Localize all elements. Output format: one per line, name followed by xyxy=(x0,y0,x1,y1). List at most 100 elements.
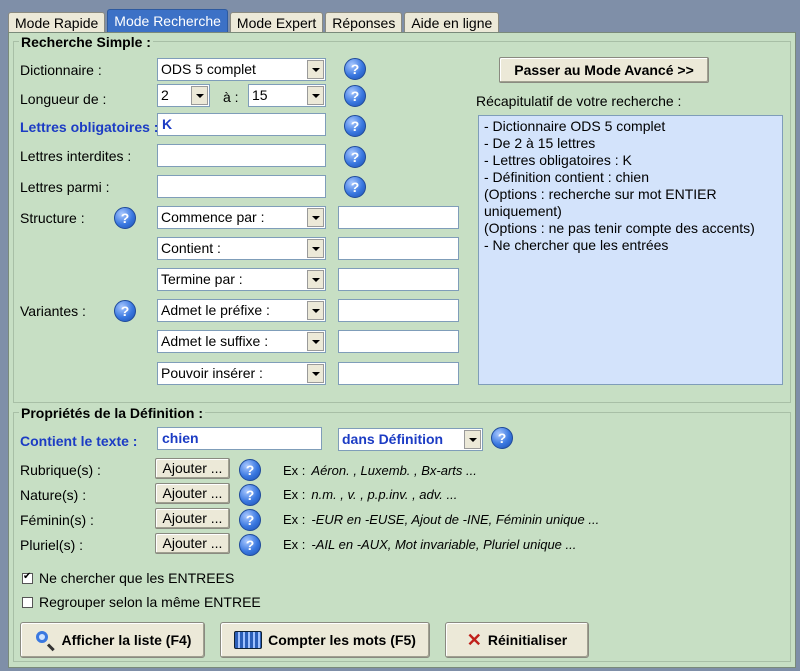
help-icon[interactable]: ? xyxy=(239,459,261,481)
structure-contient-input[interactable] xyxy=(338,237,459,260)
afficher-liste-button[interactable]: Afficher la liste (F4) xyxy=(20,622,205,658)
regrouper-checkbox-label[interactable]: Regrouper selon la même ENTREE xyxy=(39,594,261,610)
entrees-checkbox[interactable] xyxy=(22,571,33,584)
dictionnaire-select[interactable]: ODS 5 complet xyxy=(157,58,326,81)
help-icon[interactable]: ? xyxy=(344,176,366,198)
chevron-down-icon[interactable] xyxy=(191,86,208,105)
lettres-obligatoires-label: Lettres obligatoires : xyxy=(20,119,159,135)
structure-contient-select[interactable]: Contient : xyxy=(157,237,326,260)
lettres-parmi-input[interactable] xyxy=(157,175,326,198)
definition-title: Propriétés de la Définition : xyxy=(19,405,206,421)
pluriel-example: Ex : -AIL en -AUX, Mot invariable, Plurie… xyxy=(283,537,577,552)
contient-texte-label: Contient le texte : xyxy=(20,433,138,449)
structure-commence-value: Commence par : xyxy=(161,209,265,225)
chevron-down-icon[interactable] xyxy=(307,239,324,258)
recap-label: Récapitulatif de votre recherche : xyxy=(476,93,682,109)
dictionnaire-label: Dictionnaire : xyxy=(20,62,102,78)
variantes-suffixe-input[interactable] xyxy=(338,330,459,353)
magnifier-icon xyxy=(34,629,56,651)
structure-contient-value: Contient : xyxy=(161,240,221,256)
help-icon[interactable]: ? xyxy=(344,146,366,168)
lettres-interdites-input[interactable] xyxy=(157,144,326,167)
feminin-add-button[interactable]: Ajouter ... xyxy=(155,508,230,529)
help-icon[interactable]: ? xyxy=(239,534,261,556)
structure-termine-value: Termine par : xyxy=(161,271,243,287)
structure-label: Structure : xyxy=(20,210,85,226)
rubrique-add-button[interactable]: Ajouter ... xyxy=(155,458,230,479)
help-icon[interactable]: ? xyxy=(344,58,366,80)
simple-search-title: Recherche Simple : xyxy=(19,34,153,50)
contient-texte-input[interactable]: chien xyxy=(157,427,322,450)
help-icon[interactable]: ? xyxy=(114,300,136,322)
afficher-liste-label: Afficher la liste (F4) xyxy=(61,632,192,648)
tab-mode-rapide[interactable]: Mode Rapide xyxy=(8,12,106,32)
structure-commence-input[interactable] xyxy=(338,206,459,229)
recap-line: - De 2 à 15 lettres xyxy=(484,135,596,151)
chevron-down-icon[interactable] xyxy=(307,301,324,320)
feminin-label: Féminin(s) : xyxy=(20,512,94,528)
recap-line: - Définition contient : chien xyxy=(484,169,649,185)
recap-line: - Ne chercher que les entrées xyxy=(484,237,669,253)
longueur-to-select[interactable]: 15 xyxy=(248,84,326,107)
regrouper-checkbox[interactable] xyxy=(22,597,33,608)
pluriel-add-button[interactable]: Ajouter ... xyxy=(155,533,230,554)
entrees-checkbox-label[interactable]: Ne chercher que les ENTREES xyxy=(39,570,234,586)
pluriel-label: Pluriel(s) : xyxy=(20,537,84,553)
structure-termine-input[interactable] xyxy=(338,268,459,291)
chevron-down-icon[interactable] xyxy=(307,332,324,351)
tab-aide-en-ligne[interactable]: Aide en ligne xyxy=(404,12,500,32)
variantes-suffixe-select[interactable]: Admet le suffixe : xyxy=(157,330,326,353)
longueur-from-value: 2 xyxy=(161,87,169,103)
structure-commence-select[interactable]: Commence par : xyxy=(157,206,326,229)
variantes-inserer-select[interactable]: Pouvoir insérer : xyxy=(157,362,326,385)
help-icon[interactable]: ? xyxy=(491,427,513,449)
variantes-prefixe-input[interactable] xyxy=(338,299,459,322)
tab-mode-expert[interactable]: Mode Expert xyxy=(229,12,324,32)
variantes-prefixe-select[interactable]: Admet le préfixe : xyxy=(157,299,326,322)
rubrique-example: Ex : Aéron. , Luxemb. , Bx-arts ... xyxy=(283,463,477,478)
help-icon[interactable]: ? xyxy=(239,509,261,531)
advanced-mode-button[interactable]: Passer au Mode Avancé >> xyxy=(499,57,709,83)
tab-bar: Mode Rapide Mode Recherche Mode Expert R… xyxy=(8,9,501,32)
compter-mots-button[interactable]: Compter les mots (F5) xyxy=(220,622,430,658)
help-icon[interactable]: ? xyxy=(114,207,136,229)
recap-line: (Options : ne pas tenir compte des accen… xyxy=(484,220,755,236)
recap-line: - Lettres obligatoires : K xyxy=(484,152,632,168)
recap-line: (Options : recherche sur mot ENTIER uniq… xyxy=(484,186,717,219)
structure-termine-select[interactable]: Termine par : xyxy=(157,268,326,291)
scope-value: dans Définition xyxy=(342,431,444,447)
dictionnaire-value: ODS 5 complet xyxy=(161,61,256,77)
longueur-a-label: à : xyxy=(223,89,239,105)
feminin-example: Ex : -EUR en -EUSE, Ajout de -INE, Fémini… xyxy=(283,512,600,527)
scope-select[interactable]: dans Définition xyxy=(338,428,483,451)
chevron-down-icon[interactable] xyxy=(307,86,324,105)
lettres-obligatoires-input[interactable]: K xyxy=(157,113,326,136)
chevron-down-icon[interactable] xyxy=(307,270,324,289)
tab-reponses[interactable]: Réponses xyxy=(325,12,403,32)
variantes-prefixe-value: Admet le préfixe : xyxy=(161,302,270,318)
compter-mots-label: Compter les mots (F5) xyxy=(268,632,416,648)
chevron-down-icon[interactable] xyxy=(307,60,324,79)
tab-mode-recherche[interactable]: Mode Recherche xyxy=(107,9,228,32)
chevron-down-icon[interactable] xyxy=(464,430,481,449)
help-icon[interactable]: ? xyxy=(239,484,261,506)
chevron-down-icon[interactable] xyxy=(307,364,324,383)
lettres-parmi-label: Lettres parmi : xyxy=(20,179,110,195)
variantes-label: Variantes : xyxy=(20,303,86,319)
chevron-down-icon[interactable] xyxy=(307,208,324,227)
reinitialiser-button[interactable]: ✕ Réinitialiser xyxy=(445,622,589,658)
nature-example: Ex : n.m. , v. , p.p.inv. , adv. ... xyxy=(283,487,458,502)
variantes-inserer-input[interactable] xyxy=(338,362,459,385)
main-panel: Recherche Simple : Dictionnaire : ODS 5 … xyxy=(8,32,796,668)
help-icon[interactable]: ? xyxy=(344,85,366,107)
close-icon: ✕ xyxy=(466,630,482,650)
longueur-to-value: 15 xyxy=(252,87,268,103)
rubrique-label: Rubrique(s) : xyxy=(20,462,101,478)
help-icon[interactable]: ? xyxy=(344,115,366,137)
lettres-interdites-label: Lettres interdites : xyxy=(20,148,132,164)
longueur-from-select[interactable]: 2 xyxy=(157,84,210,107)
reinitialiser-label: Réinitialiser xyxy=(487,632,568,648)
recap-line: - Dictionnaire ODS 5 complet xyxy=(484,118,666,134)
nature-add-button[interactable]: Ajouter ... xyxy=(155,483,230,504)
calculator-icon xyxy=(234,631,263,649)
